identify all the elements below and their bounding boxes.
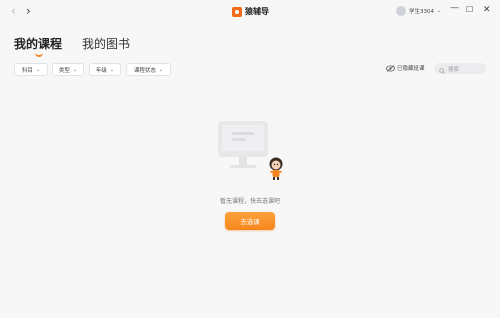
- chevron-down-icon: ⌄: [72, 66, 78, 73]
- title-bar: ‹ › 猿辅导 学生3304 ⌄ — ☐ ✕: [0, 0, 500, 24]
- filter-grade[interactable]: 年级 ⌄: [89, 63, 121, 76]
- app-logo: 猿辅导: [232, 6, 269, 17]
- filter-label: 课程状态: [133, 67, 156, 74]
- filter-label: 科目: [21, 67, 33, 74]
- tab-my-courses[interactable]: 我的课程: [14, 35, 62, 52]
- user-menu[interactable]: 学生3304 ⌄: [396, 6, 441, 16]
- logo-icon: [232, 6, 242, 17]
- filter-label: 类型: [58, 67, 70, 74]
- search-placeholder: 搜索: [448, 66, 460, 73]
- back-arrow-icon[interactable]: ‹: [11, 5, 16, 17]
- empty-state-message: 暂无课程，快去选课吧: [219, 198, 280, 205]
- app-name: 猿辅导: [245, 7, 269, 16]
- chevron-down-icon: ⌄: [158, 66, 164, 73]
- filter-type[interactable]: 类型 ⌄: [52, 63, 84, 76]
- avatar: [396, 6, 406, 16]
- eye-hidden-icon: [386, 64, 395, 72]
- search-icon: [439, 59, 445, 78]
- chevron-down-icon: ⌄: [35, 66, 41, 73]
- chevron-down-icon: ⌄: [437, 8, 442, 14]
- go-select-course-button[interactable]: 去选课: [225, 212, 275, 230]
- forward-arrow-icon[interactable]: ›: [26, 5, 31, 17]
- empty-state-illustration: [210, 118, 292, 186]
- active-tab-indicator: [35, 51, 43, 57]
- maximize-button[interactable]: ☐: [466, 5, 473, 15]
- search-input[interactable]: 搜索: [434, 63, 486, 74]
- chevron-down-icon: ⌄: [109, 66, 115, 73]
- hidden-courses-label: 已隐藏班课: [397, 66, 425, 72]
- user-name: 学生3304: [409, 9, 434, 15]
- close-button[interactable]: ✕: [483, 5, 491, 15]
- hidden-courses-link[interactable]: 已隐藏班课: [386, 64, 425, 72]
- filter-course-status[interactable]: 课程状态 ⌄: [126, 63, 171, 76]
- filter-label: 年级: [95, 67, 107, 74]
- tab-my-books[interactable]: 我的图书: [82, 35, 130, 52]
- minimize-button[interactable]: —: [450, 3, 459, 13]
- filter-subject[interactable]: 科目 ⌄: [14, 63, 48, 76]
